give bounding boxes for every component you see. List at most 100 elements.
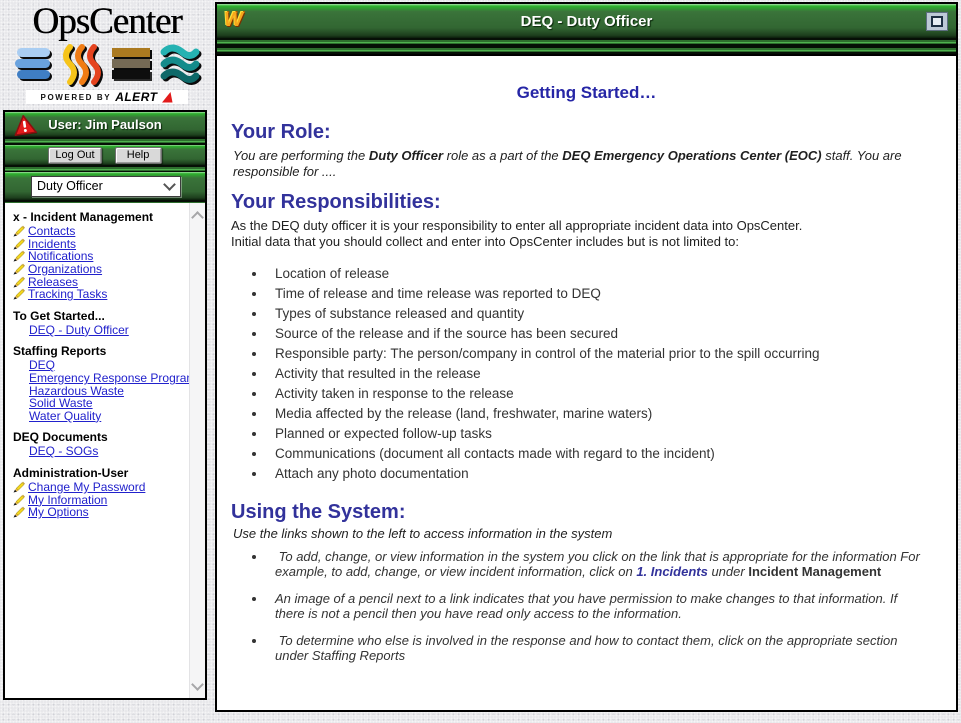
waves-icon xyxy=(158,43,204,87)
using-list: To add, change, or view information in t… xyxy=(231,549,942,663)
sidebar-section-heading: Administration-User xyxy=(13,467,205,480)
alert-brand-label: ALERT xyxy=(115,90,157,104)
sidebar-link[interactable]: DEQ - Duty Officer xyxy=(29,324,129,336)
sidebar-item-incidents[interactable]: Incidents xyxy=(13,238,205,251)
sidebar-buttons-row: Log Out Help xyxy=(5,145,205,165)
sidebar-link[interactable]: Contacts xyxy=(28,225,75,237)
role-select[interactable]: Duty Officer xyxy=(31,176,181,197)
sidebar-link[interactable]: Notifications xyxy=(28,250,93,262)
responsibility-item: Planned or expected follow-up tasks xyxy=(267,424,942,444)
scroll-down-icon[interactable] xyxy=(191,678,204,691)
titlebar-stripes xyxy=(217,38,956,54)
pencil-icon xyxy=(13,250,26,262)
sidebar-item-hazardous-waste[interactable]: Hazardous Waste xyxy=(13,384,205,397)
using-item: To determine who else is involved in the… xyxy=(267,633,920,663)
sidebar-nav: x - Incident ManagementContactsIncidents… xyxy=(5,203,205,698)
responsibility-item: Source of the release and if the source … xyxy=(267,324,942,344)
sidebar-link[interactable]: My Options xyxy=(28,506,89,518)
sidebar-item-emergency-response-program[interactable]: Emergency Response Program xyxy=(13,372,205,385)
help-button[interactable]: Help xyxy=(115,147,162,164)
sidebar-section-heading: Staffing Reports xyxy=(13,345,205,358)
sidebar-link[interactable]: Hazardous Waste xyxy=(29,385,124,397)
opscenter-logo: OpsCenter xyxy=(8,2,206,108)
your-role-heading: Your Role: xyxy=(231,120,942,144)
w-flame-logo-icon: W xyxy=(224,9,243,31)
powered-by-label: POWERED BY xyxy=(41,93,112,102)
using-item: To add, change, or view information in t… xyxy=(267,549,920,579)
sidebar-section-heading: x - Incident Management xyxy=(13,211,205,224)
your-responsibilities-heading: Your Responsibilities: xyxy=(231,190,942,214)
sidebar-item-water-quality[interactable]: Water Quality xyxy=(13,410,205,423)
sidebar-link[interactable]: Water Quality xyxy=(29,410,101,422)
sidebar-item-deq-sogs[interactable]: DEQ - SOGs xyxy=(13,445,205,458)
sidebar-link[interactable]: Tracking Tasks xyxy=(28,288,107,300)
sidebar-item-organizations[interactable]: Organizations xyxy=(13,263,205,276)
pencil-icon xyxy=(13,481,26,493)
earth-layers-icon xyxy=(109,43,155,87)
chevron-down-icon[interactable] xyxy=(160,179,178,194)
main-window: W DEQ - Duty Officer Getting Started… Yo… xyxy=(215,2,958,712)
sidebar-link[interactable]: DEQ xyxy=(29,359,55,371)
pencil-icon xyxy=(13,225,26,237)
user-bar: User: Jim Paulson xyxy=(5,112,205,137)
alert-sail-icon xyxy=(161,92,173,103)
sidebar-link[interactable]: Change My Password xyxy=(28,481,145,493)
responsibility-item: Time of release and time release was rep… xyxy=(267,284,942,304)
water-layers-icon xyxy=(11,43,57,87)
responsibility-item: Types of substance released and quantity xyxy=(267,304,942,324)
sidebar-item-my-information[interactable]: My Information xyxy=(13,493,205,506)
opscenter-logo-tiles xyxy=(8,43,206,87)
sidebar-link[interactable]: Emergency Response Program xyxy=(29,372,196,384)
your-role-paragraph: You are performing the Duty Officer role… xyxy=(233,148,940,180)
pencil-icon xyxy=(13,263,26,275)
sidebar-link[interactable]: Solid Waste xyxy=(29,397,93,409)
sidebar-item-tracking-tasks[interactable]: Tracking Tasks xyxy=(13,288,205,301)
sidebar-item-notifications[interactable]: Notifications xyxy=(13,250,205,263)
responsibilities-list: Location of releaseTime of release and t… xyxy=(231,264,942,484)
sidebar-item-my-options[interactable]: My Options xyxy=(13,506,205,519)
scroll-up-icon[interactable] xyxy=(191,211,204,224)
pencil-icon xyxy=(13,238,26,250)
sidebar-link[interactable]: Releases xyxy=(28,276,78,288)
role-select-value: Duty Officer xyxy=(37,179,103,193)
responsibilities-intro: As the DEQ duty officer it is your respo… xyxy=(231,218,942,250)
pencil-icon xyxy=(13,506,26,518)
opscenter-logo-title: OpsCenter xyxy=(8,2,206,42)
sidebar-section-heading: DEQ Documents xyxy=(13,431,205,444)
sidebar-item-contacts[interactable]: Contacts xyxy=(13,225,205,238)
log-out-button[interactable]: Log Out xyxy=(48,147,101,164)
pencil-icon xyxy=(13,288,26,300)
using-the-system-heading: Using the System: xyxy=(231,500,942,524)
role-select-row: Duty Officer xyxy=(5,172,205,200)
sidebar-link[interactable]: Organizations xyxy=(28,263,102,275)
window-titlebar: W DEQ - Duty Officer xyxy=(217,4,956,38)
using-item: An image of a pencil next to a link indi… xyxy=(267,591,920,621)
sidebar-link[interactable]: My Information xyxy=(28,494,107,506)
sidebar-item-deq[interactable]: DEQ xyxy=(13,359,205,372)
page-title: Getting Started… xyxy=(231,82,942,104)
pencil-icon xyxy=(13,494,26,506)
sidebar-section-heading: To Get Started... xyxy=(13,310,205,323)
sidebar-link[interactable]: Incidents xyxy=(28,238,76,250)
pencil-icon xyxy=(13,276,26,288)
sidebar-sections: x - Incident ManagementContactsIncidents… xyxy=(13,211,205,519)
sidebar-item-releases[interactable]: Releases xyxy=(13,275,205,288)
sidebar-scrollbar[interactable] xyxy=(189,203,205,698)
sidebar-item-solid-waste[interactable]: Solid Waste xyxy=(13,397,205,410)
alert-warning-icon xyxy=(10,113,36,142)
using-intro: Use the links shown to the left to acces… xyxy=(233,526,942,541)
responsibility-item: Location of release xyxy=(267,264,942,284)
stripe-divider xyxy=(5,165,205,172)
responsibility-item: Media affected by the release (land, fre… xyxy=(267,404,942,424)
sidebar-item-deq-duty-officer[interactable]: DEQ - Duty Officer xyxy=(13,324,205,337)
responsibility-item: Attach any photo documentation xyxy=(267,464,942,484)
window-title: DEQ - Duty Officer xyxy=(521,13,653,30)
restore-window-icon[interactable] xyxy=(926,12,948,31)
powered-by-alert: POWERED BY ALERT xyxy=(26,90,188,104)
flames-icon xyxy=(60,43,106,87)
opscenter-app: OpsCenter xyxy=(0,0,961,723)
responsibility-item: Communications (document all contacts ma… xyxy=(267,444,942,464)
responsibility-item: Activity taken in response to the releas… xyxy=(267,384,942,404)
sidebar-item-change-my-password[interactable]: Change My Password xyxy=(13,481,205,494)
sidebar-link[interactable]: DEQ - SOGs xyxy=(29,445,98,457)
